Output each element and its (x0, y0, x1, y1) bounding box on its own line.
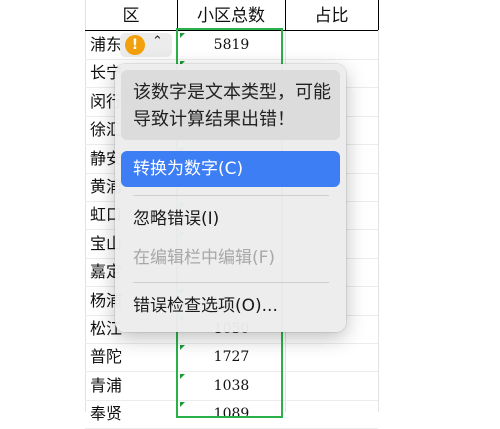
district-cell[interactable]: 青浦 (90, 372, 175, 400)
column-header-ratio[interactable]: 占比 (285, 0, 378, 30)
grid-line (85, 0, 86, 412)
menu-item-convert-to-number[interactable]: 转换为数字(C) (121, 151, 340, 187)
menu-separator (133, 195, 329, 196)
error-context-menu: 该数字是文本类型，可能导致计算结果出错！ 转换为数字(C) 忽略错误(I) 在编… (115, 64, 346, 332)
error-check-button[interactable]: ! ⌃ (120, 33, 172, 57)
column-header-count[interactable]: 小区总数 (177, 0, 285, 30)
header-border (378, 0, 379, 30)
column-header-district[interactable]: 区 (85, 0, 177, 30)
district-cell[interactable]: 普陀 (90, 343, 175, 371)
menu-item-ignore-error[interactable]: 忽略错误(I) (121, 201, 340, 237)
error-message-box: 该数字是文本类型，可能导致计算结果出错！ (121, 70, 340, 140)
chevron-up-icon: ⌃ (152, 34, 163, 49)
error-message: 该数字是文本类型，可能导致计算结果出错！ (133, 82, 331, 130)
menu-item-edit-in-formula-bar: 在编辑栏中编辑(F) (133, 248, 276, 268)
district-cell[interactable]: 奉贤 (90, 400, 175, 428)
menu-separator (133, 282, 329, 283)
menu-item-error-check-options[interactable]: 错误检查选项(O)... (121, 288, 340, 324)
warning-icon: ! (125, 35, 145, 55)
grid-line (378, 0, 379, 412)
